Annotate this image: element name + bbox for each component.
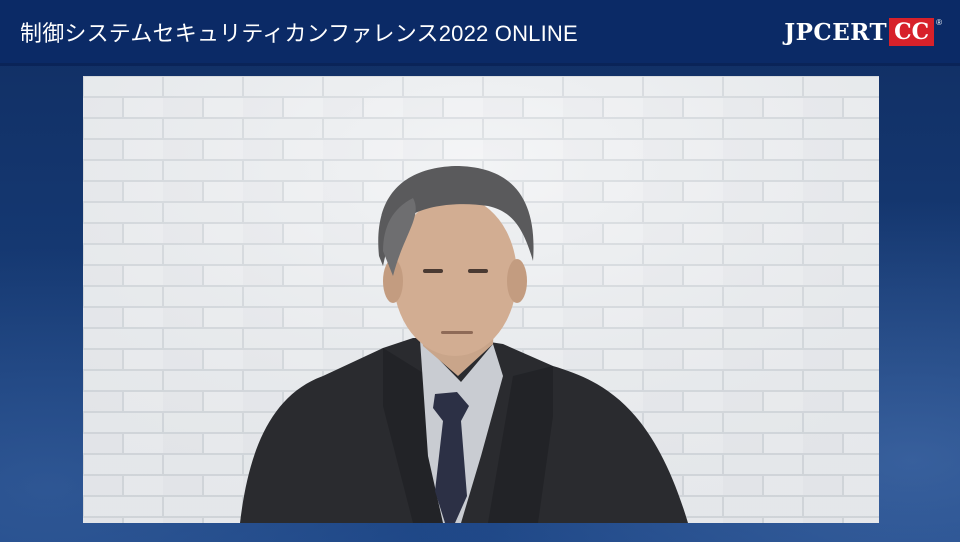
jpcert-logo: JPCERT CC ®: [784, 16, 942, 48]
header-bar: 制御システムセキュリティカンファレンス2022 ONLINE JPCERT CC…: [0, 0, 960, 66]
speaker-figure: [240, 166, 688, 523]
logo-badge: CC: [889, 18, 935, 46]
speaker-video: [83, 76, 879, 523]
registered-mark: ®: [936, 18, 942, 27]
conference-title: 制御システムセキュリティカンファレンス2022 ONLINE: [20, 21, 578, 46]
logo-text: JPCERT: [784, 18, 888, 46]
